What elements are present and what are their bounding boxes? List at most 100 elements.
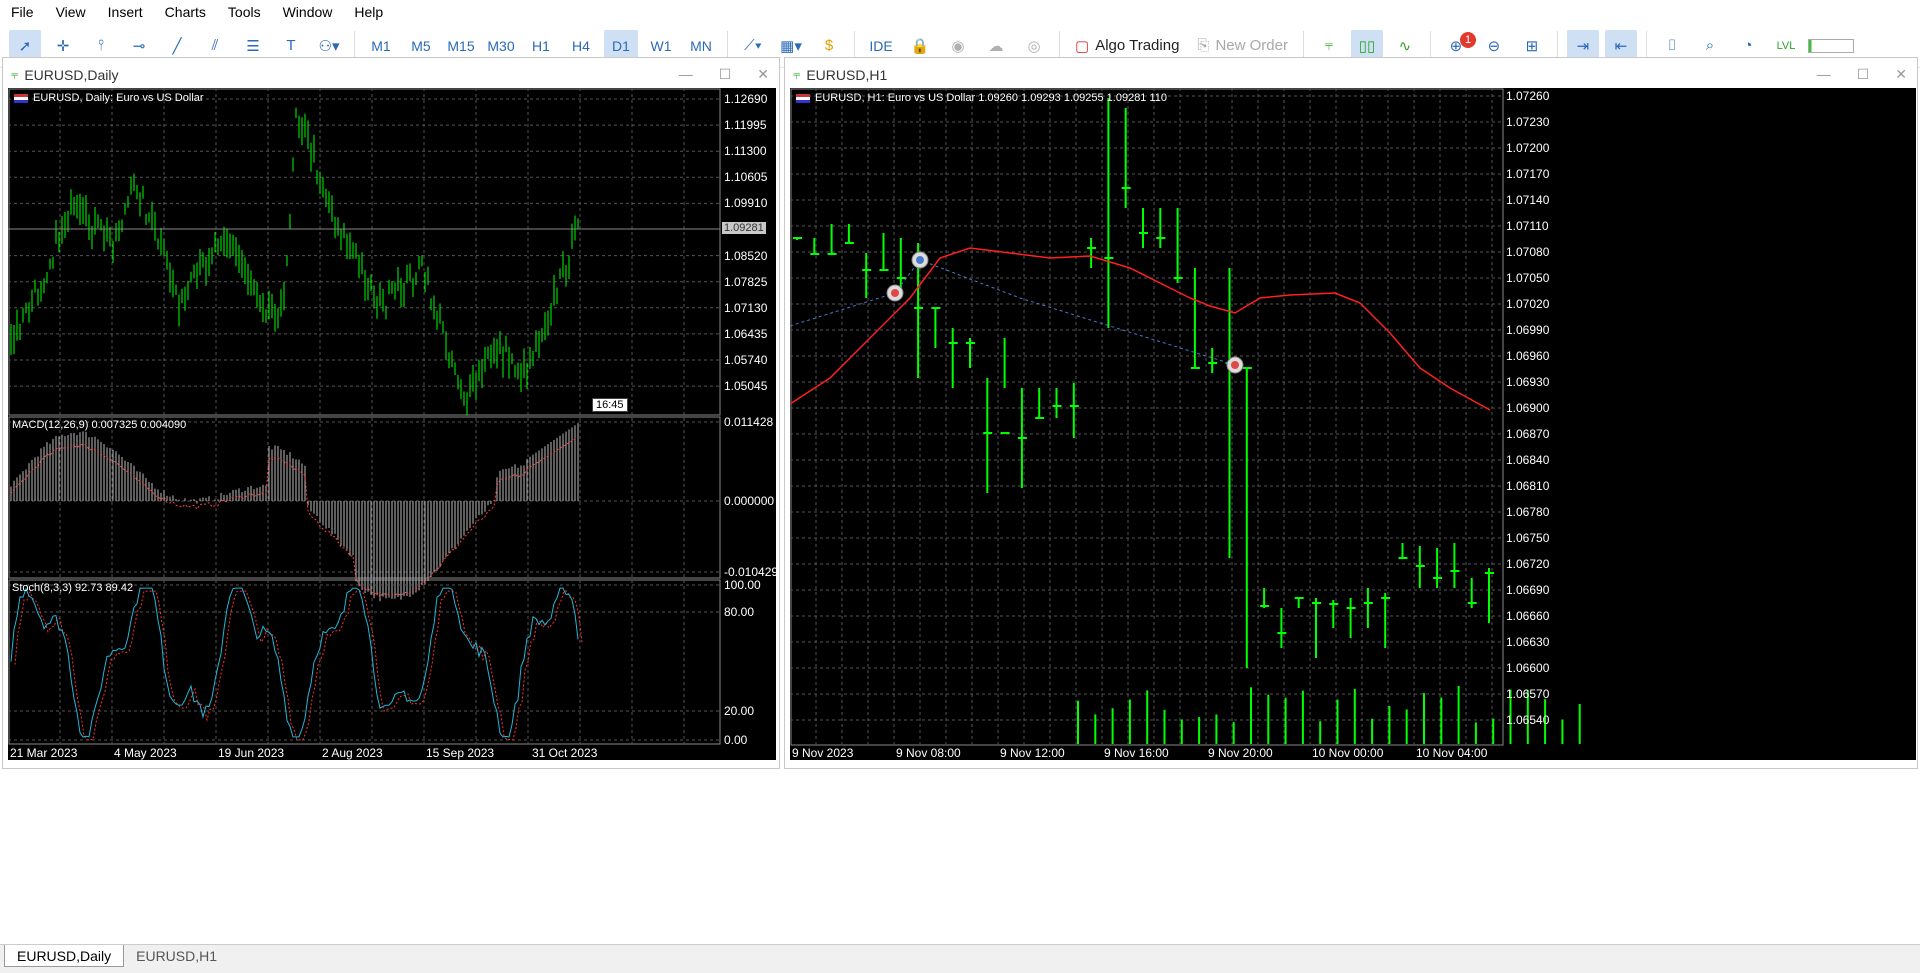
window-title-bar: ⫧ EURUSD,H1	[785, 58, 1917, 92]
price-tick-label: 1.06600	[1506, 661, 1550, 675]
price-tick-label: 1.06690	[1506, 583, 1550, 597]
date-tick-label: 31 Oct 2023	[532, 746, 598, 760]
price-tick-label: 1.06720	[1506, 557, 1550, 571]
price-tick-label: 1.07080	[1506, 245, 1550, 259]
new-order-label: New Order	[1215, 37, 1288, 54]
main-pane-border	[8, 88, 721, 416]
price-tick-label: 1.06750	[1506, 531, 1550, 545]
stoch-signal-line	[14, 590, 583, 741]
window-controls: — ☐ ✕	[1817, 66, 1907, 83]
h1-chart-canvas	[790, 88, 1581, 746]
stoch-main-line	[10, 587, 579, 738]
minimize-icon[interactable]: —	[1817, 66, 1831, 83]
macd-tick-label: 0.000000	[724, 494, 775, 508]
window-title: EURUSD,H1	[806, 67, 888, 83]
maximize-icon[interactable]: ☐	[1857, 66, 1870, 83]
trade-marker-dot	[1231, 361, 1239, 369]
menu-file[interactable]: File	[0, 4, 45, 20]
macd-signal-line	[10, 436, 579, 599]
price-tick-label: 1.05045	[724, 379, 768, 394]
date-tick-label: 10 Nov 00:00	[1312, 746, 1384, 760]
flag-icon	[14, 93, 28, 103]
menu-help[interactable]: Help	[343, 4, 394, 20]
window-title-bar: ⫧ EURUSD,Daily	[3, 58, 779, 92]
time-tag: 16:45	[592, 398, 628, 412]
tab-eurusd-daily[interactable]: EURUSD,Daily	[4, 945, 125, 967]
date-tick-label: 9 Nov 12:00	[1000, 746, 1065, 760]
stoch-label: Stoch(8,3,3) 92.73 89.42	[12, 582, 134, 594]
price-tick-label: 1.09910	[724, 196, 768, 211]
stoch-tick-label: 20.00	[724, 704, 755, 718]
chart-window-icon: ⫧	[793, 67, 801, 82]
stoch-tick-label: 100.00	[724, 578, 761, 592]
date-tick-label: 21 Mar 2023	[10, 746, 78, 760]
stoch-tick-label: 0.00	[724, 733, 748, 747]
tab-eurusd-h1[interactable]: EURUSD,H1	[124, 945, 229, 967]
algo-trading-icon: ▢	[1075, 37, 1090, 55]
date-tick-label: 10 Nov 04:00	[1416, 746, 1488, 760]
price-tick-label: 1.07130	[724, 300, 768, 315]
price-tick-label: 1.07825	[724, 274, 768, 289]
price-tick-label: 1.06990	[1506, 323, 1550, 337]
price-tick-label: 1.07230	[1506, 115, 1550, 129]
price-tick-label: 1.07140	[1506, 193, 1550, 207]
price-tick-label: 1.06630	[1506, 635, 1550, 649]
price-tick-label: 1.05740	[724, 353, 768, 367]
menu-view[interactable]: View	[45, 4, 97, 20]
toolbar-separator	[1429, 30, 1431, 61]
price-tick-label: 1.07110	[1506, 219, 1549, 233]
price-tick-label: 1.07050	[1506, 271, 1550, 285]
h1-chart[interactable]: EURUSD, H1: Euro vs US Dollar 1.09260 1.…	[790, 88, 1916, 760]
window-title: EURUSD,Daily	[24, 67, 119, 83]
price-tick-label: 1.07170	[1506, 167, 1550, 181]
menu-window[interactable]: Window	[272, 4, 344, 20]
close-icon[interactable]: ✕	[1895, 66, 1907, 83]
window-controls: — ☐ ✕	[679, 66, 769, 83]
close-icon[interactable]: ✕	[757, 66, 769, 83]
algo-trading-label: Algo Trading	[1095, 37, 1180, 54]
toolbar-separator	[1302, 30, 1304, 61]
price-tick-label: 1.11995	[724, 118, 767, 133]
date-tick-label: 9 Nov 2023	[792, 746, 854, 760]
toolbar-separator	[354, 30, 355, 61]
maximize-icon[interactable]: ☐	[719, 66, 732, 83]
price-tick-label: 1.06435	[724, 326, 768, 341]
stoch-tick-label: 80.00	[724, 605, 755, 619]
new-order-icon: ⎘	[1197, 37, 1210, 54]
price-tick-label: 1.07200	[1506, 141, 1550, 155]
menu-insert[interactable]: Insert	[97, 4, 154, 20]
stoch-pane-border	[8, 579, 721, 745]
moving-average-line	[790, 247, 1491, 411]
date-tick-label: 9 Nov 20:00	[1208, 746, 1273, 760]
toolbar-separator	[727, 30, 728, 61]
daily-header: EURUSD, Daily: Euro vs US Dollar	[14, 92, 204, 104]
macd-label: MACD(12,26,9) 0.007325 0.004090	[12, 419, 187, 431]
trade-marker-dot	[891, 289, 899, 297]
daily-header-text: EURUSD, Daily: Euro vs US Dollar	[33, 92, 204, 104]
price-tick-label: 1.08520	[724, 248, 768, 263]
price-tick-label: 1.07260	[1506, 89, 1550, 103]
price-tick-label: 1.06810	[1506, 479, 1550, 493]
price-tick-label: 1.06930	[1506, 375, 1550, 389]
toolbar-separator	[1556, 30, 1558, 61]
price-tick-label: 1.06840	[1506, 453, 1550, 467]
toolbar-separator	[1059, 30, 1060, 61]
menu-bar: File View Insert Charts Tools Window Hel…	[0, 0, 1920, 24]
menu-charts[interactable]: Charts	[154, 4, 217, 20]
minimize-icon[interactable]: —	[679, 66, 693, 83]
daily-chart[interactable]: EURUSD, Daily: Euro vs US Dollar MACD(12…	[8, 88, 776, 760]
macd-tick-label: -0.010429	[724, 565, 776, 579]
price-tick-label: 1.06960	[1506, 349, 1550, 363]
trade-marker-dot	[916, 256, 924, 264]
h1-header-text: EURUSD, H1: Euro vs US Dollar 1.09260 1.…	[815, 92, 1168, 104]
chart-window-icon: ⫧	[11, 67, 19, 82]
menu-tools[interactable]: Tools	[217, 4, 272, 20]
price-tick-label: 1.11300	[724, 144, 767, 159]
date-tick-label: 15 Sep 2023	[426, 746, 495, 760]
chart-tabs: EURUSD,Daily EURUSD,H1	[0, 944, 1920, 973]
toolbar-separator	[854, 30, 855, 61]
price-tick-label: 1.10605	[724, 170, 768, 185]
price-tick-label: 1.07020	[1506, 297, 1550, 311]
date-tick-label: 4 May 2023	[114, 746, 177, 760]
trade-connector-line	[790, 259, 1236, 366]
